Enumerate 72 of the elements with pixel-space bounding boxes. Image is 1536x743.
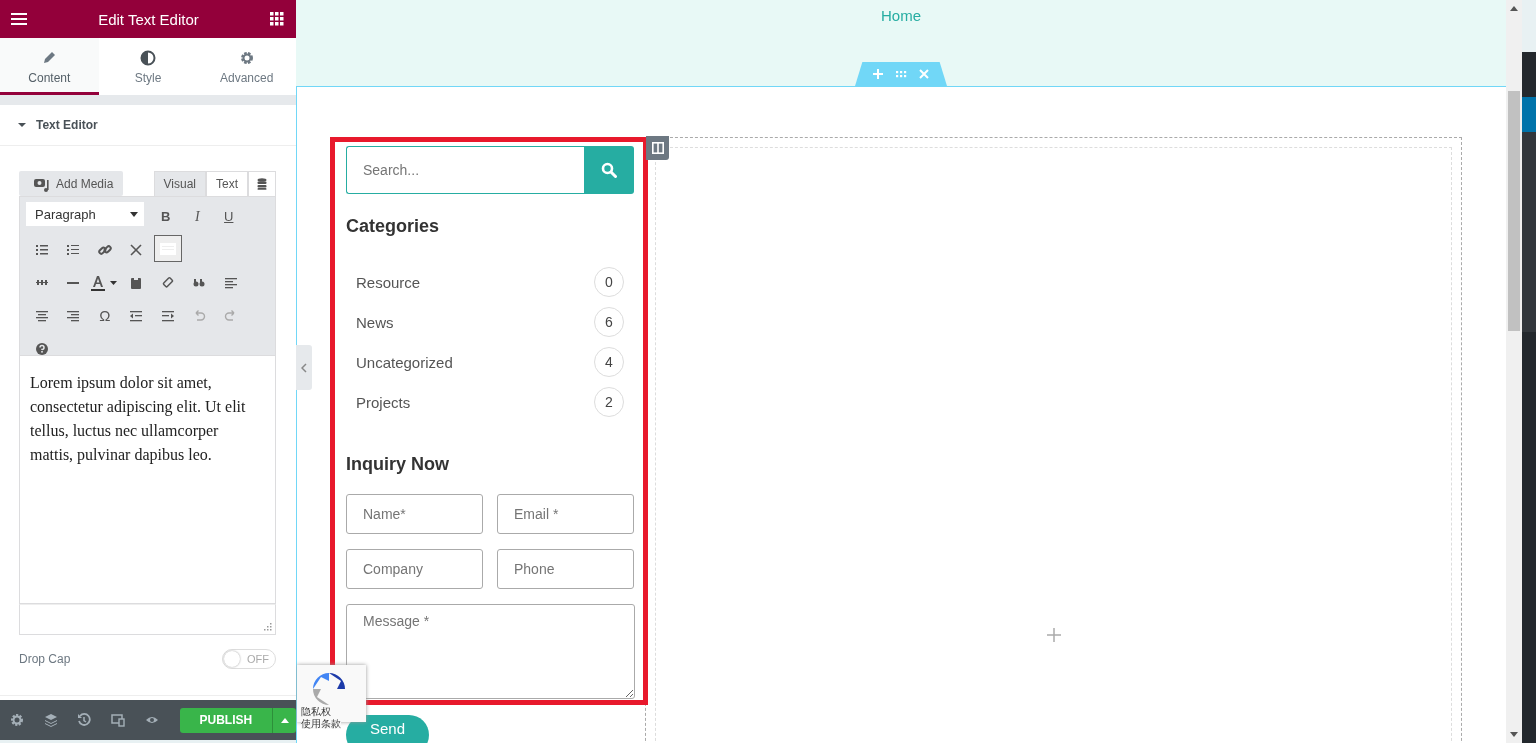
format-button[interactable]: B xyxy=(150,202,182,231)
align-right-icon xyxy=(66,308,81,323)
terms-link[interactable]: 使用条款 xyxy=(301,718,341,729)
database-button[interactable] xyxy=(248,171,276,196)
special-character-button[interactable]: Ω xyxy=(89,301,121,330)
outdent-icon xyxy=(129,308,144,323)
scroll-down-icon xyxy=(1510,732,1518,737)
drag-icon xyxy=(895,70,907,78)
category-link[interactable]: News xyxy=(356,313,394,331)
category-link[interactable]: Resource xyxy=(356,273,421,291)
category-link[interactable]: Projects xyxy=(356,393,411,411)
close-icon xyxy=(919,69,929,79)
responsive-devices-icon xyxy=(111,713,126,727)
layers-icon xyxy=(43,713,58,727)
section-header[interactable]: Text Editor xyxy=(0,105,296,146)
clipboard-icon xyxy=(129,275,144,290)
chevron-left-icon xyxy=(301,362,307,373)
columns-icon xyxy=(651,142,664,154)
add-icon xyxy=(873,69,883,79)
format-select[interactable]: Paragraph xyxy=(26,202,144,226)
search-field[interactable]: Search... xyxy=(346,146,584,194)
half-circle-icon xyxy=(140,49,156,66)
category-link[interactable]: Uncategorized xyxy=(356,353,453,371)
editor-text[interactable]: Lorem ipsum dolor sit amet, consectetur adipiscing elit. Ut elit tellus, luctus nec ullamcorper mattis, pulvinar dapibus leo. xyxy=(19,356,276,604)
widget-heading: Categories xyxy=(346,216,441,236)
pencil-icon xyxy=(41,49,58,66)
scrollbar-thumb[interactable] xyxy=(1508,91,1520,331)
toolbar-toggle-button[interactable] xyxy=(154,235,182,262)
editor-mode-tab[interactable]: Text xyxy=(206,171,248,196)
scroll-up-icon xyxy=(1510,6,1518,11)
caret-up-icon xyxy=(280,717,289,723)
format-button[interactable]: I xyxy=(181,202,213,231)
form-field[interactable]: Company xyxy=(346,549,483,589)
panel-tab[interactable]: Content xyxy=(0,38,99,95)
add-media-button[interactable]: Add Media xyxy=(19,171,124,196)
drop-cap-label: Drop Cap xyxy=(19,652,71,666)
numbered-list-icon xyxy=(66,242,81,257)
eraser-icon xyxy=(160,275,175,290)
panel-tab[interactable]: Style xyxy=(98,38,198,95)
form-field[interactable]: Email * xyxy=(497,494,634,534)
form-field[interactable]: Phone xyxy=(497,549,634,589)
text-color-icon xyxy=(89,274,120,291)
message-field[interactable]: Message * xyxy=(346,604,635,699)
editor-mode-tab[interactable]: Visual xyxy=(153,171,206,196)
scrollbar[interactable] xyxy=(1506,0,1522,743)
plus-icon xyxy=(1047,628,1061,642)
column-handle[interactable] xyxy=(646,136,669,160)
privacy-link[interactable]: 隐私权 xyxy=(301,706,331,717)
panel-tab[interactable]: Advanced xyxy=(197,38,296,95)
resize-grip-icon xyxy=(264,623,272,631)
horizontal-rule-icon xyxy=(67,281,80,284)
grid-icon xyxy=(270,12,284,26)
menu-icon xyxy=(11,12,27,26)
search-button[interactable] xyxy=(584,146,634,194)
database-icon xyxy=(257,178,267,190)
history-icon xyxy=(77,713,92,727)
format-button[interactable]: U xyxy=(213,202,245,231)
gear-icon xyxy=(238,49,255,66)
panel-title: Edit Text Editor xyxy=(98,10,199,28)
align-center-icon xyxy=(34,308,49,323)
link-icon xyxy=(97,242,112,257)
section-handle[interactable] xyxy=(855,62,947,86)
form-field[interactable]: Name* xyxy=(346,494,483,534)
indent-icon xyxy=(160,308,175,323)
search-icon xyxy=(601,162,617,178)
widget-heading: Inquiry Now xyxy=(346,454,450,474)
bullet-list-icon xyxy=(34,242,49,257)
publish-options-button[interactable] xyxy=(272,707,296,733)
align-left-icon xyxy=(223,275,238,290)
section-title: Text Editor xyxy=(36,118,98,132)
dropdown-caret-icon xyxy=(130,211,138,217)
settings-icon xyxy=(10,713,24,727)
